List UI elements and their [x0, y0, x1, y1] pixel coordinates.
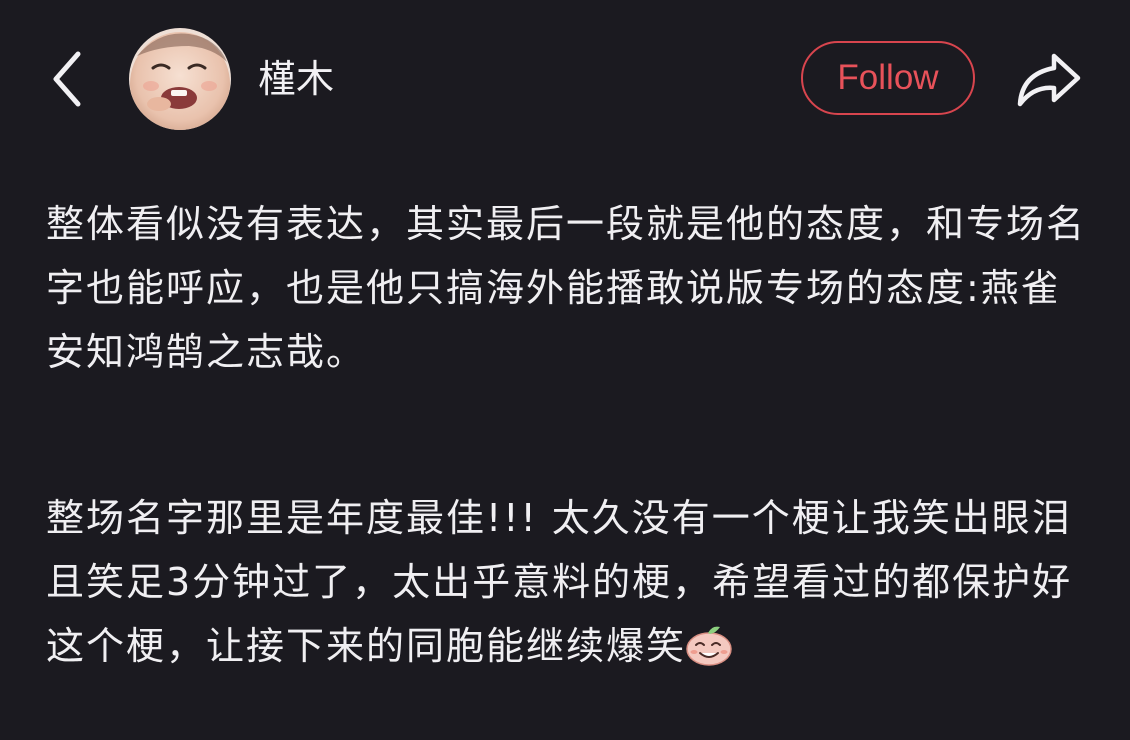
paragraph-text: 整场名字那里是年度最佳!!! 太久没有一个梗让我笑出眼泪且笑足3分钟过了，太出乎… [46, 496, 1073, 668]
paragraph-text: 整体看似没有表达，其实最后一段就是他的态度，和专场名字也能呼应，也是他只搞海外能… [46, 202, 1087, 374]
avatar[interactable] [129, 28, 231, 130]
post-header: 槿木 Follow [0, 0, 1130, 160]
follow-button[interactable]: Follow [801, 41, 975, 115]
share-arrow-icon [1017, 53, 1081, 107]
laughing-peach-emoji [684, 622, 734, 666]
post-paragraph: 整体看似没有表达，其实最后一段就是他的态度，和专场名字也能呼应，也是他只搞海外能… [46, 192, 1096, 384]
username[interactable]: 槿木 [258, 56, 334, 102]
baby-photo-avatar [129, 28, 231, 130]
post-paragraph: 整场名字那里是年度最佳!!! 太久没有一个梗让我笑出眼泪且笑足3分钟过了，太出乎… [46, 486, 1096, 678]
back-button[interactable] [44, 46, 94, 112]
post-body: 整体看似没有表达，其实最后一段就是他的态度，和专场名字也能呼应，也是他只搞海外能… [46, 192, 1096, 678]
share-button[interactable] [1014, 48, 1084, 110]
chevron-left-icon [53, 51, 81, 107]
